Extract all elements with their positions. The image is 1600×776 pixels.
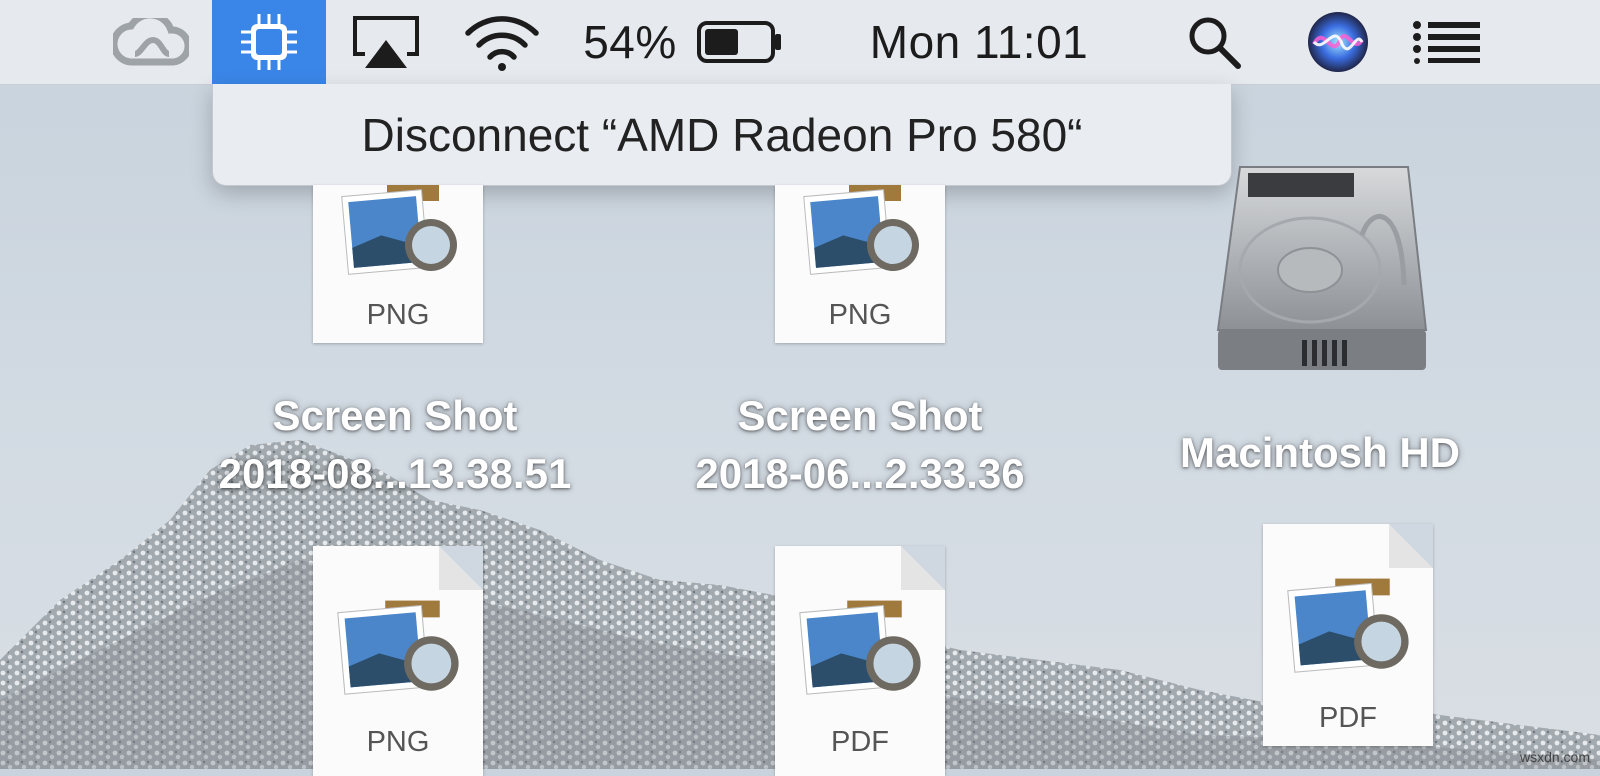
- gpu-dropdown-menu: Disconnect “AMD Radeon Pro 580“: [212, 84, 1232, 186]
- disk-name-label: Macintosh HD: [1120, 424, 1520, 482]
- file-type-label: PNG: [366, 726, 430, 758]
- battery-percent-text: 54%: [583, 16, 677, 68]
- disk-name-text: Macintosh HD: [1179, 429, 1460, 476]
- desktop-file-icon[interactable]: PNG: [313, 185, 483, 345]
- preview-app-icon: [803, 185, 919, 275]
- file-name-label: Screen Shot 2018-06...2.33.36: [645, 387, 1075, 503]
- file-type-label: PNG: [366, 299, 430, 331]
- creative-cloud-icon[interactable]: [106, 0, 196, 84]
- notification-center-icon[interactable]: [1408, 0, 1486, 84]
- airplay-icon[interactable]: [344, 0, 428, 84]
- clock[interactable]: Mon 11:01: [846, 0, 1112, 84]
- siri-icon[interactable]: [1300, 0, 1376, 84]
- gpu-chip-icon: [239, 12, 299, 72]
- page-fold: [439, 546, 483, 590]
- watermark: wsxdn.com: [1519, 749, 1590, 765]
- file-name-line1: Screen Shot: [272, 392, 518, 439]
- file-name-line2: 2018-08...13.38.51: [218, 450, 572, 497]
- file-name-line2: 2018-06...2.33.36: [695, 450, 1025, 497]
- preview-app-icon: [341, 185, 457, 275]
- macintosh-hd-icon[interactable]: [1212, 165, 1432, 380]
- file-name-line1: Screen Shot: [737, 392, 983, 439]
- preview-app-icon: [337, 600, 459, 695]
- battery-level-fill: [705, 29, 738, 55]
- page-fold: [901, 546, 945, 590]
- file-type-label: PNG: [828, 299, 892, 331]
- file-type-label: PDF: [1319, 702, 1377, 734]
- preview-app-icon: [799, 600, 921, 695]
- desktop-file-icon[interactable]: PNG: [775, 185, 945, 345]
- preview-app-icon: [1287, 578, 1409, 673]
- desktop-file-icon[interactable]: PDF: [775, 546, 945, 776]
- page-fold: [1389, 524, 1433, 568]
- clock-text: Mon 11:01: [869, 16, 1089, 68]
- battery-percentage[interactable]: 54%: [580, 0, 680, 84]
- spotlight-search-icon[interactable]: [1178, 0, 1250, 84]
- menu-bar: 54% Mon 11:01: [0, 0, 1600, 85]
- hard-drive-icon: [1216, 166, 1428, 370]
- file-name-label: Screen Shot 2018-08...13.38.51: [180, 387, 610, 503]
- battery-icon[interactable]: [692, 0, 790, 84]
- gpu-menu-extra[interactable]: [212, 0, 326, 84]
- desktop-file-icon[interactable]: PDF: [1263, 524, 1433, 754]
- disconnect-gpu-menu-item[interactable]: Disconnect “AMD Radeon Pro 580“: [362, 108, 1083, 162]
- desktop-file-icon[interactable]: PNG: [313, 546, 483, 776]
- wifi-icon[interactable]: [456, 0, 548, 84]
- file-type-label: PDF: [831, 726, 889, 758]
